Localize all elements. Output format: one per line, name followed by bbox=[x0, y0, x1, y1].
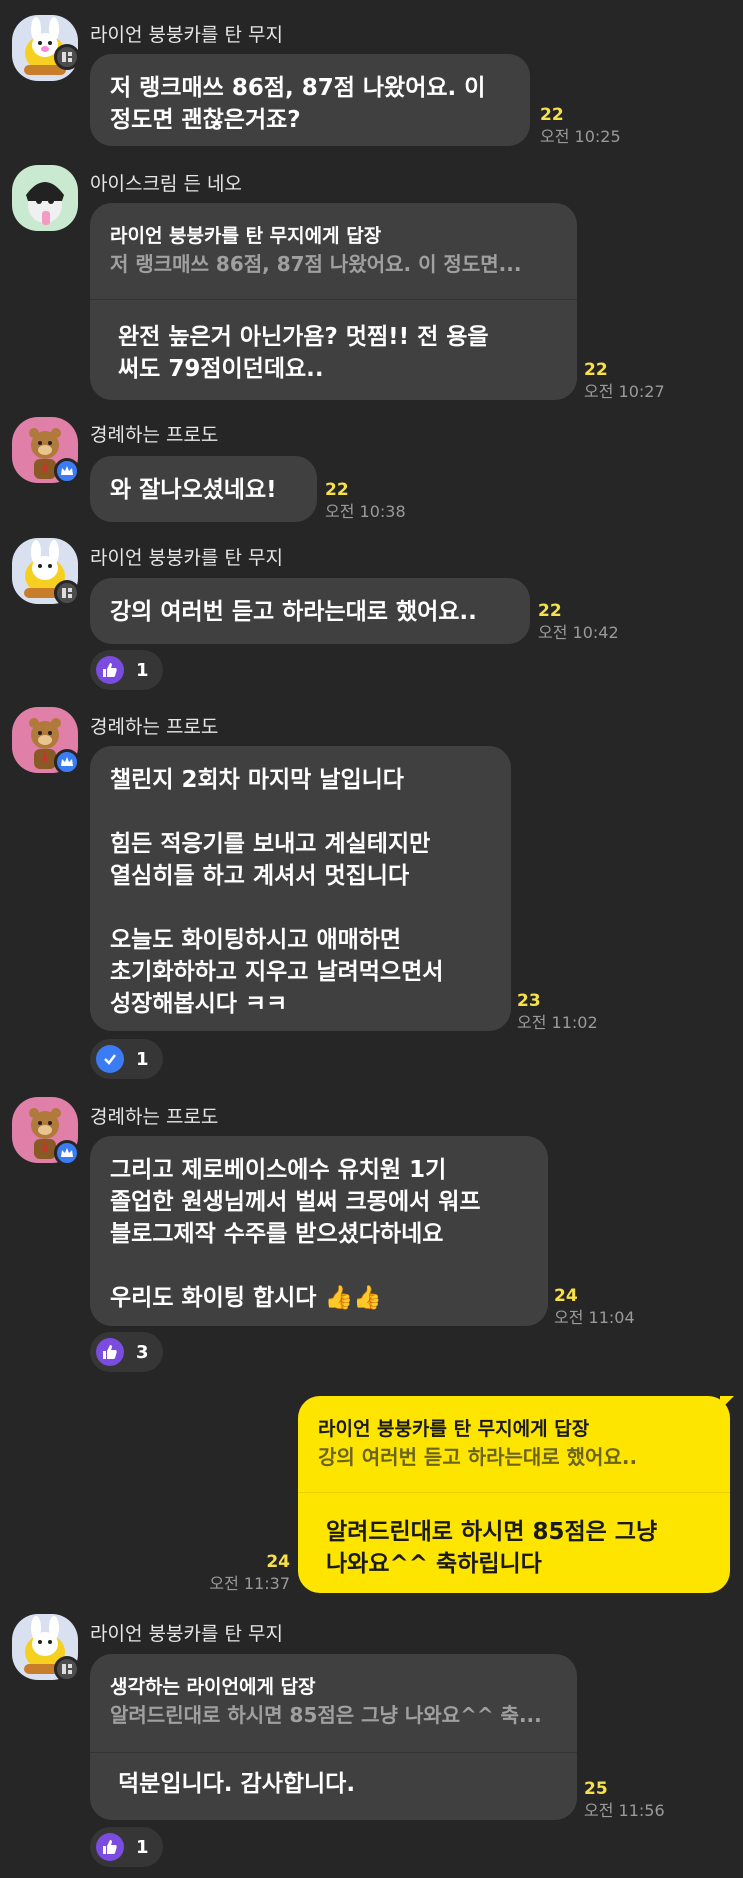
message-text-block: 덕분입니다. 감사합니다. bbox=[118, 1768, 557, 1800]
message-text: 블로그제작 수주를 받으셨다하네요 bbox=[110, 1221, 444, 1247]
message-time: 오전 10:27 bbox=[584, 382, 665, 401]
message-meta: 22 오전 10:27 bbox=[584, 359, 665, 403]
message-text: 성장해봅시다 ㅋㅋ bbox=[110, 991, 288, 1017]
reaction-count: 1 bbox=[136, 659, 149, 681]
reply-quote-block[interactable]: 생각하는 라이언에게 답장 알려드린대로 하시면 85점은 그냥 나와요^^ 축… bbox=[90, 1654, 577, 1730]
unread-count: 22 bbox=[584, 360, 608, 380]
message-meta: 24 오전 11:37 bbox=[209, 1551, 290, 1595]
profile-badge-icon bbox=[54, 1656, 80, 1682]
message-text: 써도 79점이던데요.. bbox=[118, 356, 324, 382]
message-text: 나와요^^ 축하립니다 bbox=[326, 1551, 542, 1577]
message-text: 덕분입니다. 감사합니다. bbox=[118, 1771, 356, 1797]
reply-quote-block[interactable]: 라이언 붕붕카를 탄 무지에게 답장 강의 여러번 듣고 하라는대로 했어요.. bbox=[298, 1396, 730, 1472]
message-bubble[interactable]: 그리고 제로베이스에수 유치원 1기 졸업한 원생님께서 벌써 크몽에서 워프 … bbox=[90, 1136, 548, 1326]
message-time: 오전 11:02 bbox=[517, 1013, 598, 1032]
unread-count: 24 bbox=[554, 1286, 578, 1306]
unread-count: 22 bbox=[325, 480, 349, 500]
profile-badge-icon bbox=[54, 44, 80, 70]
message-text: 힘든 적응기를 보내고 계실테지만 bbox=[110, 831, 431, 857]
reply-target: 라이언 붕붕카를 탄 무지에게 답장 bbox=[318, 1418, 590, 1440]
message-text: 그리고 제로베이스에수 유치원 1기 bbox=[110, 1157, 447, 1183]
message-text: 정도면 괜찮은거죠? bbox=[110, 107, 301, 133]
message-time: 오전 11:04 bbox=[554, 1308, 635, 1327]
message-meta: 22 오전 10:42 bbox=[538, 600, 619, 644]
crown-icon bbox=[54, 1140, 80, 1166]
message-bubble[interactable]: 와 잘나오셨네요! bbox=[90, 456, 317, 522]
sender-name: 경례하는 프로도 bbox=[90, 424, 219, 446]
reply-quote-text: 강의 여러번 듣고 하라는대로 했어요.. bbox=[318, 1445, 638, 1469]
sender-name: 경례하는 프로도 bbox=[90, 716, 219, 738]
reply-bubble[interactable]: 생각하는 라이언에게 답장 알려드린대로 하시면 85점은 그냥 나와요^^ 축… bbox=[90, 1654, 577, 1820]
message-text: 챌린지 2회차 마지막 날입니다 bbox=[110, 767, 404, 793]
message-text: 저 랭크매쓰 86점, 87점 나왔어요. 이 bbox=[110, 75, 486, 101]
reply-target: 라이언 붕붕카를 탄 무지에게 답장 bbox=[110, 225, 382, 247]
reply-quote-text: 알려드린대로 하시면 85점은 그냥 나와요^^ 축... bbox=[110, 1703, 542, 1727]
message-text: 초기화하하고 지우고 날려먹으면서 bbox=[110, 959, 444, 985]
message-time: 오전 11:56 bbox=[584, 1801, 665, 1820]
bubble-tail bbox=[720, 1396, 734, 1410]
sender-name: 라이언 붕붕카를 탄 무지 bbox=[90, 547, 283, 569]
sender-name: 경례하는 프로도 bbox=[90, 1106, 219, 1128]
chat-room: 라이언 붕붕카를 탄 무지 저 랭크매쓰 86점, 87점 나왔어요. 이 정도… bbox=[0, 0, 743, 1878]
message-text: 알려드린대로 하시면 85점은 그냥 bbox=[326, 1519, 658, 1545]
neo-avatar-icon[interactable] bbox=[12, 165, 78, 231]
message-text: 와 잘나오셨네요! bbox=[110, 477, 277, 503]
check-icon bbox=[96, 1045, 124, 1073]
reply-divider bbox=[298, 1492, 730, 1493]
reaction-check[interactable]: 1 bbox=[90, 1039, 163, 1079]
message-text: 오늘도 화이팅하시고 애매하면 bbox=[110, 927, 402, 953]
unread-count: 24 bbox=[266, 1552, 290, 1572]
message-text-block: 완전 높은거 아닌가욤? 멋찜!! 전 용을 써도 79점이던데요.. bbox=[118, 321, 557, 385]
message-text: 열심히들 하고 계셔서 멋집니다 bbox=[110, 863, 410, 889]
message-bubble[interactable]: 저 랭크매쓰 86점, 87점 나왔어요. 이 정도면 괜찮은거죠? bbox=[90, 54, 530, 146]
reply-target: 생각하는 라이언에게 답장 bbox=[110, 1676, 316, 1698]
message-meta: 22 오전 10:25 bbox=[540, 104, 621, 148]
thumbs-up-icon bbox=[96, 1833, 124, 1861]
profile-badge-icon bbox=[54, 580, 80, 606]
reaction-like[interactable]: 3 bbox=[90, 1332, 163, 1372]
message-meta: 23 오전 11:02 bbox=[517, 990, 598, 1034]
message-meta: 25 오전 11:56 bbox=[584, 1778, 665, 1822]
reply-quote-block[interactable]: 라이언 붕붕카를 탄 무지에게 답장 저 랭크매쓰 86점, 87점 나왔어요.… bbox=[90, 203, 577, 279]
message-bubble[interactable]: 강의 여러번 듣고 하라는대로 했어요.. bbox=[90, 578, 530, 644]
message-bubble[interactable]: 챌린지 2회차 마지막 날입니다 힘든 적응기를 보내고 계실테지만 열심히들 … bbox=[90, 746, 511, 1031]
unread-count: 22 bbox=[538, 601, 562, 621]
message-time: 오전 11:37 bbox=[209, 1574, 290, 1593]
message-text: 강의 여러번 듣고 하라는대로 했어요.. bbox=[110, 599, 477, 625]
message-meta: 24 오전 11:04 bbox=[554, 1285, 635, 1329]
message-text-block: 알려드린대로 하시면 85점은 그냥 나와요^^ 축하립니다 bbox=[326, 1516, 710, 1580]
unread-count: 22 bbox=[540, 105, 564, 125]
message-text: 졸업한 원생님께서 벌써 크몽에서 워프 bbox=[110, 1189, 481, 1215]
message-time: 오전 10:38 bbox=[325, 502, 406, 521]
my-reply-bubble[interactable]: 라이언 붕붕카를 탄 무지에게 답장 강의 여러번 듣고 하라는대로 했어요..… bbox=[298, 1396, 730, 1593]
sender-name: 아이스크림 든 네오 bbox=[90, 173, 242, 195]
sender-name: 라이언 붕붕카를 탄 무지 bbox=[90, 24, 283, 46]
thumbs-up-icon bbox=[96, 1338, 124, 1366]
message-time: 오전 10:25 bbox=[540, 127, 621, 146]
reaction-like[interactable]: 1 bbox=[90, 650, 163, 690]
crown-icon bbox=[54, 749, 80, 775]
sender-name: 라이언 붕붕카를 탄 무지 bbox=[90, 1623, 283, 1645]
reply-quote-text: 저 랭크매쓰 86점, 87점 나왔어요. 이 정도면... bbox=[110, 252, 522, 276]
message-text: 완전 높은거 아닌가욤? 멋찜!! 전 용을 bbox=[118, 324, 489, 350]
reply-divider bbox=[90, 299, 577, 300]
reaction-count: 3 bbox=[136, 1341, 149, 1363]
reply-bubble[interactable]: 라이언 붕붕카를 탄 무지에게 답장 저 랭크매쓰 86점, 87점 나왔어요.… bbox=[90, 203, 577, 400]
message-meta: 22 오전 10:38 bbox=[325, 479, 406, 523]
thumbs-up-icon bbox=[96, 656, 124, 684]
reply-divider bbox=[90, 1752, 577, 1753]
reaction-count: 1 bbox=[136, 1048, 149, 1070]
message-text: 우리도 화이팅 합시다 👍👍 bbox=[110, 1285, 382, 1311]
unread-count: 25 bbox=[584, 1779, 608, 1799]
reaction-like[interactable]: 1 bbox=[90, 1827, 163, 1867]
message-time: 오전 10:42 bbox=[538, 623, 619, 642]
unread-count: 23 bbox=[517, 991, 541, 1011]
crown-icon bbox=[54, 458, 80, 484]
reaction-count: 1 bbox=[136, 1836, 149, 1858]
